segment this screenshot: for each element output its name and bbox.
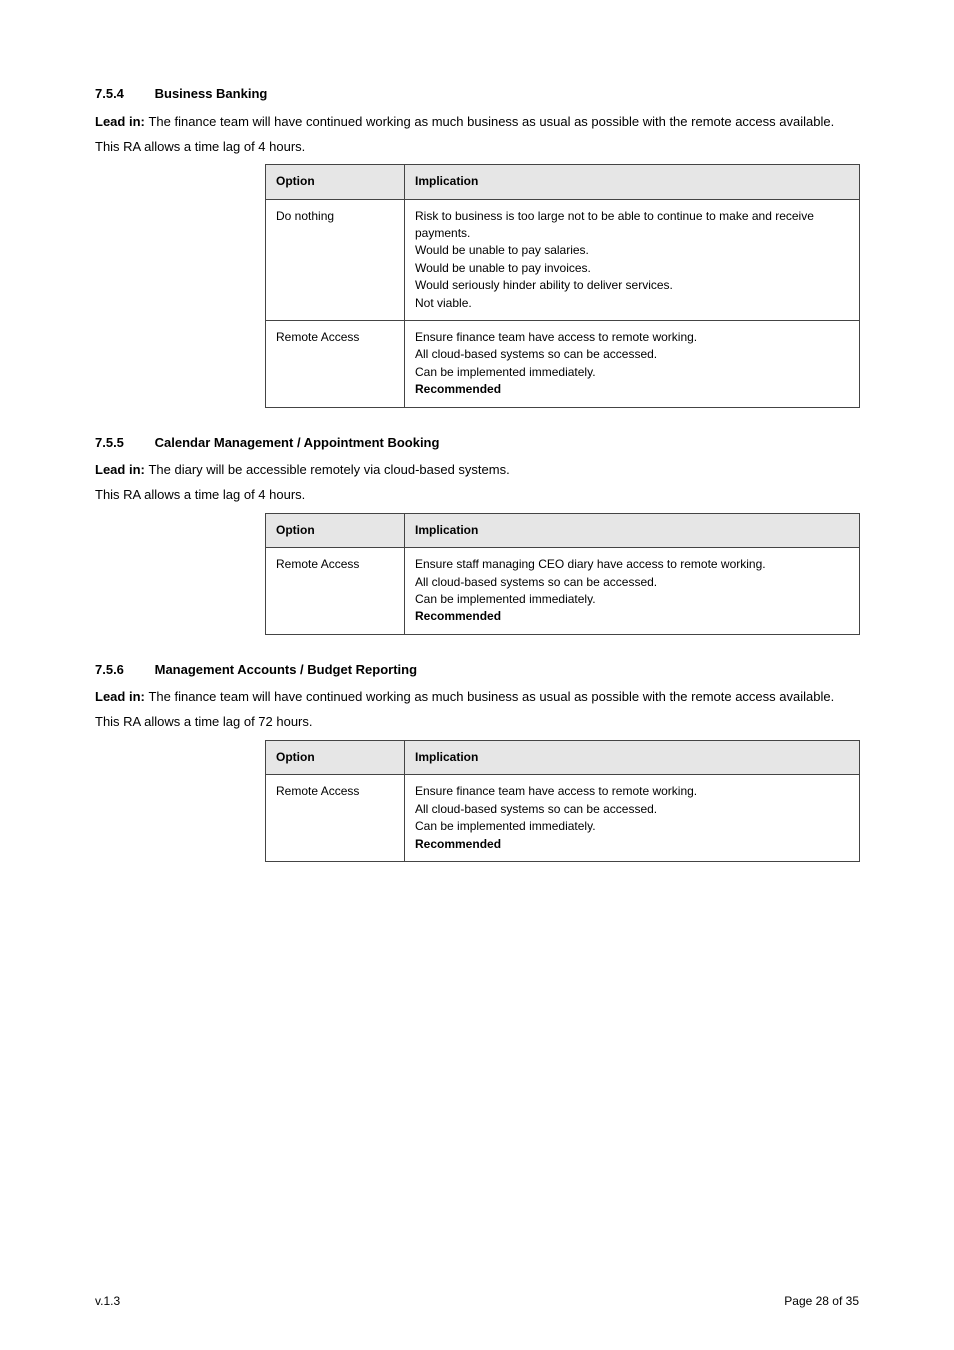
implication-line: All cloud-based systems so can be access… <box>415 802 657 816</box>
implication-line: Recommended <box>415 837 501 851</box>
option-cell: Do nothing <box>266 199 405 320</box>
implication-cell: Ensure staff managing CEO diary have acc… <box>405 548 860 635</box>
lead-label: Lead in: <box>95 462 148 477</box>
implication-line: Recommended <box>415 609 501 623</box>
table-header-implication: Implication <box>405 740 860 774</box>
lead-label: Lead in: <box>95 689 148 704</box>
options-table-wrap: Option Implication Do nothing Risk to bu… <box>265 164 859 407</box>
footer-page-number: Page 28 of 35 <box>784 1294 859 1308</box>
implication-cell: Risk to business is too large not to be … <box>405 199 860 320</box>
option-cell: Remote Access <box>266 320 405 407</box>
options-table: Option Implication Remote Access Ensure … <box>265 740 860 862</box>
implication-cell: Ensure finance team have access to remot… <box>405 320 860 407</box>
table-row: Remote Access Ensure finance team have a… <box>266 320 860 407</box>
section-number: 7.5.5 <box>95 434 151 452</box>
implication-line: All cloud-based systems so can be access… <box>415 575 657 589</box>
section-number: 7.5.4 <box>95 85 151 103</box>
options-table-wrap: Option Implication Remote Access Ensure … <box>265 513 859 635</box>
options-table-wrap: Option Implication Remote Access Ensure … <box>265 740 859 862</box>
table-header-row: Option Implication <box>266 740 860 774</box>
implication-line: Can be implemented immediately. <box>415 819 596 833</box>
section-lead: Lead in: The finance team will have cont… <box>95 113 859 131</box>
implication-line: Ensure staff managing CEO diary have acc… <box>415 557 766 571</box>
table-header-option: Option <box>266 513 405 547</box>
section-lead: Lead in: The diary will be accessible re… <box>95 461 859 479</box>
implication-line: All cloud-based systems so can be access… <box>415 347 657 361</box>
section-title: Management Accounts / Budget Reporting <box>155 662 417 677</box>
implication-line: Would be unable to pay salaries. <box>415 243 589 257</box>
section-title: Calendar Management / Appointment Bookin… <box>155 435 440 450</box>
table-header-implication: Implication <box>405 513 860 547</box>
implication-line: Can be implemented immediately. <box>415 592 596 606</box>
option-cell: Remote Access <box>266 775 405 862</box>
option-cell: Remote Access <box>266 548 405 635</box>
lead-label: Lead in: <box>95 114 148 129</box>
implication-line: Would seriously hinder ability to delive… <box>415 278 673 292</box>
table-header-option: Option <box>266 740 405 774</box>
table-row: Do nothing Risk to business is too large… <box>266 199 860 320</box>
table-header-row: Option Implication <box>266 165 860 199</box>
footer-version: v.1.3 <box>95 1294 120 1308</box>
table-header-row: Option Implication <box>266 513 860 547</box>
lead-text: The finance team will have continued wor… <box>148 114 834 129</box>
section-heading: 7.5.5 Calendar Management / Appointment … <box>95 434 859 452</box>
table-row: Remote Access Ensure finance team have a… <box>266 775 860 862</box>
options-table: Option Implication Do nothing Risk to bu… <box>265 164 860 407</box>
section-7-5-6: 7.5.6 Management Accounts / Budget Repor… <box>95 661 859 862</box>
implication-line: Ensure finance team have access to remot… <box>415 784 697 798</box>
section-7-5-5: 7.5.5 Calendar Management / Appointment … <box>95 434 859 635</box>
section-title: Business Banking <box>155 86 268 101</box>
options-table: Option Implication Remote Access Ensure … <box>265 513 860 635</box>
section-7-5-4: 7.5.4 Business Banking Lead in: The fina… <box>95 85 859 408</box>
implication-line: Risk to business is too large not to be … <box>415 209 814 240</box>
section-lead: Lead in: The finance team will have cont… <box>95 688 859 706</box>
section-body: This RA allows a time lag of 4 hours. <box>95 485 859 505</box>
lead-text: The finance team will have continued wor… <box>148 689 834 704</box>
implication-cell: Ensure finance team have access to remot… <box>405 775 860 862</box>
section-heading: 7.5.4 Business Banking <box>95 85 859 103</box>
lead-text: The diary will be accessible remotely vi… <box>148 462 509 477</box>
table-header-implication: Implication <box>405 165 860 199</box>
section-heading: 7.5.6 Management Accounts / Budget Repor… <box>95 661 859 679</box>
implication-line: Would be unable to pay invoices. <box>415 261 591 275</box>
table-row: Remote Access Ensure staff managing CEO … <box>266 548 860 635</box>
section-body: This RA allows a time lag of 4 hours. <box>95 137 859 157</box>
page-footer: v.1.3 Page 28 of 35 <box>0 1294 954 1308</box>
implication-line: Recommended <box>415 382 501 396</box>
implication-line: Not viable. <box>415 296 472 310</box>
section-body: This RA allows a time lag of 72 hours. <box>95 712 859 732</box>
implication-line: Ensure finance team have access to remot… <box>415 330 697 344</box>
implication-line: Can be implemented immediately. <box>415 365 596 379</box>
section-number: 7.5.6 <box>95 661 151 679</box>
document-page: 7.5.4 Business Banking Lead in: The fina… <box>0 0 954 1350</box>
table-header-option: Option <box>266 165 405 199</box>
